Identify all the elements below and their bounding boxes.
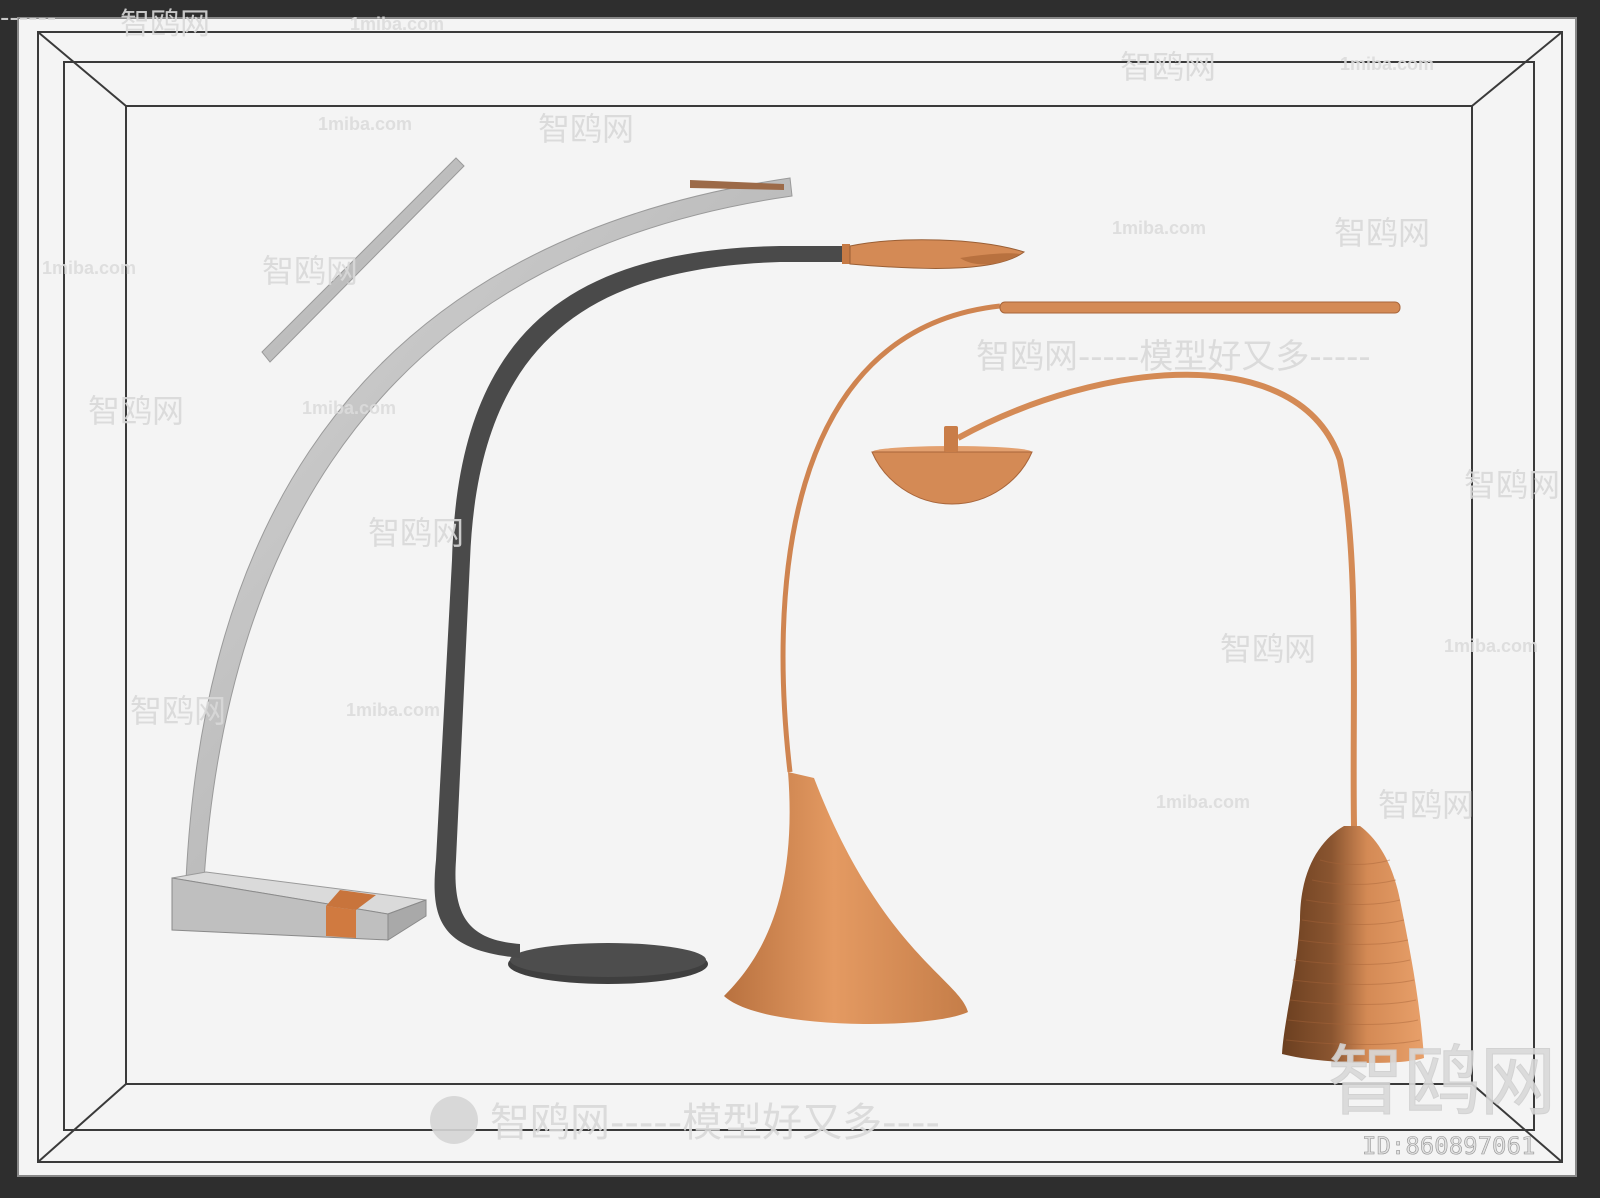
- watermark-cn-8: 智鸥网: [130, 692, 226, 730]
- watermark-cn-6: 智鸥网: [368, 514, 464, 552]
- watermark-cn-top-right: 智鸥网: [1120, 48, 1216, 86]
- concrete-base-orange-band: [326, 906, 356, 938]
- watermark-cn-7: 智鸥网: [1220, 630, 1316, 668]
- watermark-cn-1: 智鸥网: [538, 110, 634, 148]
- watermark-en-4: 1miba.com: [302, 398, 396, 418]
- watermark-logo-icon: [430, 1096, 478, 1144]
- orange-pendant-shade-knob: [944, 426, 958, 452]
- watermark-slogan-mid: 智鸥网-----模型好又多-----: [976, 337, 1371, 377]
- watermark-en-3: 1miba.com: [42, 258, 136, 278]
- watermark-slogan-bottom: 智鸥网-----模型好又多----: [490, 1100, 940, 1146]
- watermark-dash-top-left: ------: [0, 3, 56, 33]
- watermark-en-top: 1miba.com: [350, 14, 444, 34]
- watermark-en-6: 1miba.com: [346, 700, 440, 720]
- watermark-cn-5: 智鸥网: [1464, 466, 1560, 504]
- watermark-cn-4: 智鸥网: [88, 392, 184, 430]
- watermark-en-top-right: 1miba.com: [1340, 54, 1434, 74]
- render-viewport: ------ 智鸥网 1miba.com 智鸥网 1miba.com 1miba…: [0, 0, 1600, 1198]
- dark-lamp-base-disc-top: [510, 943, 706, 977]
- watermark-en-7: 1miba.com: [1156, 792, 1250, 812]
- watermark-en-5: 1miba.com: [1444, 636, 1538, 656]
- watermark-id-label: ID:860897061: [1362, 1132, 1535, 1160]
- watermark-cn-9: 智鸥网: [1378, 786, 1474, 824]
- watermark-en-2: 1miba.com: [1112, 218, 1206, 238]
- watermark-cn-top-left: 智鸥网: [120, 7, 210, 42]
- orange-cone-lamp-light-bar: [999, 301, 1401, 314]
- watermark-big-logo: 智鸥网: [1328, 1037, 1556, 1126]
- watermark-cn-2: 智鸥网: [1334, 214, 1430, 252]
- dark-lamp-head-collar: [842, 244, 850, 264]
- watermark-en-1: 1miba.com: [318, 114, 412, 134]
- watermark-cn-3: 智鸥网: [262, 252, 358, 290]
